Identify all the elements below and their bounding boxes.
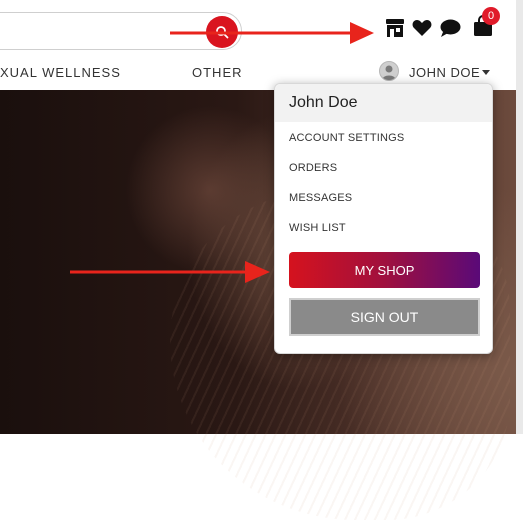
heart-icon[interactable] <box>412 19 432 37</box>
my-shop-button[interactable]: MY SHOP <box>289 252 480 288</box>
chevron-down-icon[interactable] <box>482 70 490 75</box>
user-icon <box>382 65 396 80</box>
avatar[interactable] <box>379 61 399 81</box>
menu-item-messages[interactable]: MESSAGES <box>289 192 352 204</box>
sign-out-button[interactable]: SIGN OUT <box>289 298 480 336</box>
search-icon <box>216 26 229 39</box>
nav-item-sexual-wellness[interactable]: XUAL WELLNESS <box>0 65 121 80</box>
menu-item-account-settings[interactable]: ACCOUNT SETTINGS <box>289 132 404 144</box>
dropdown-header: John Doe <box>275 84 492 122</box>
chat-bubble-icon[interactable] <box>440 19 461 37</box>
menu-item-orders[interactable]: ORDERS <box>289 162 337 174</box>
dropdown-user-name: John Doe <box>289 94 358 111</box>
store-icon[interactable] <box>385 18 405 38</box>
menu-item-wish-list[interactable]: WISH LIST <box>289 222 346 234</box>
user-dropdown-menu: John Doe ACCOUNT SETTINGS ORDERS MESSAGE… <box>274 83 493 354</box>
scrollbar[interactable] <box>516 0 523 434</box>
cart-count-badge: 0 <box>482 7 500 25</box>
nav-item-other[interactable]: OTHER <box>192 65 243 80</box>
search-button[interactable] <box>206 16 238 48</box>
top-header: 0 XUAL WELLNESS OTHER JOHN DOE <box>0 0 523 90</box>
user-menu-toggle[interactable]: JOHN DOE <box>409 65 480 80</box>
